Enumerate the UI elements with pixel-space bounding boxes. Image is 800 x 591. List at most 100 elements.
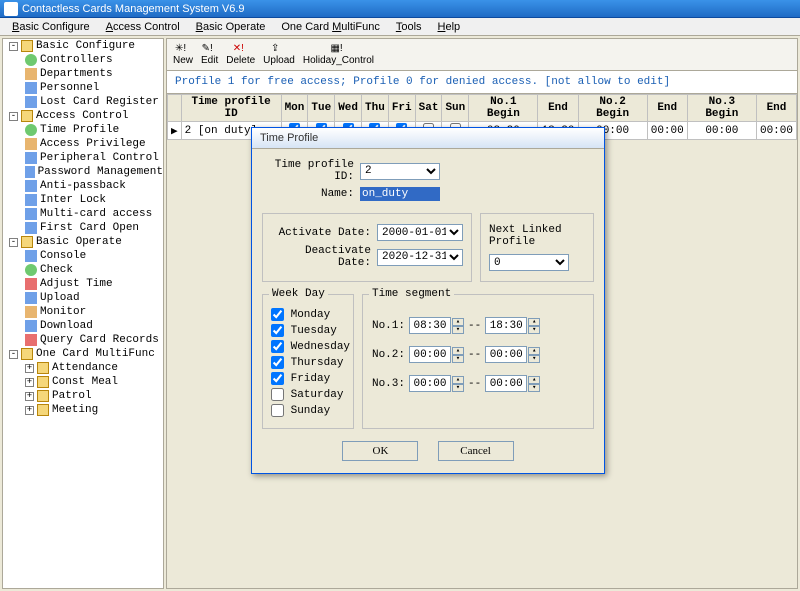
tree-node[interactable]: Console bbox=[3, 249, 163, 263]
column-header[interactable]: End bbox=[756, 95, 796, 122]
spin-down-icon[interactable]: ▾ bbox=[528, 355, 540, 363]
tree-node[interactable]: Inter Lock bbox=[3, 193, 163, 207]
menu-basic-configure[interactable]: Basic Configure bbox=[4, 19, 98, 35]
tree-node[interactable]: Departments bbox=[3, 67, 163, 81]
time-input[interactable] bbox=[409, 375, 451, 392]
time-input[interactable] bbox=[485, 317, 527, 334]
tree-node[interactable]: Query Card Records bbox=[3, 333, 163, 347]
time-input[interactable] bbox=[485, 375, 527, 392]
menu-access-control[interactable]: Access Control bbox=[98, 19, 188, 35]
tree-node[interactable]: Adjust Time bbox=[3, 277, 163, 291]
column-header[interactable]: No.3 Begin bbox=[687, 95, 756, 122]
tree-node[interactable]: Peripheral Control bbox=[3, 151, 163, 165]
tree-node[interactable]: Monitor bbox=[3, 305, 163, 319]
tree-node[interactable]: +Meeting bbox=[3, 403, 163, 417]
weekday-checkbox[interactable] bbox=[271, 404, 284, 417]
activate-date-select[interactable]: 2000-01-01 bbox=[377, 224, 463, 241]
collapse-icon[interactable]: - bbox=[9, 42, 18, 51]
toolbar-upload[interactable]: ⇪Upload bbox=[263, 43, 295, 66]
weekday-checkbox[interactable] bbox=[271, 324, 284, 337]
column-header[interactable]: Sat bbox=[415, 95, 442, 122]
weekday-checkbox[interactable] bbox=[271, 340, 284, 353]
column-header[interactable]: No.1 Begin bbox=[469, 95, 538, 122]
grid-cell[interactable]: 00:00 bbox=[647, 122, 687, 140]
time-input[interactable] bbox=[485, 346, 527, 363]
toolbar-delete[interactable]: ✕!Delete bbox=[226, 43, 255, 66]
spin-down-icon[interactable]: ▾ bbox=[452, 355, 464, 363]
column-header[interactable]: Wed bbox=[335, 95, 362, 122]
column-header[interactable]: Time profile ID bbox=[181, 95, 281, 122]
grid-cell[interactable]: 00:00 bbox=[756, 122, 796, 140]
profile-id-select[interactable]: 2 bbox=[360, 163, 440, 180]
column-header[interactable]: Tue bbox=[308, 95, 335, 122]
column-header[interactable] bbox=[168, 95, 182, 122]
time-input[interactable] bbox=[409, 317, 451, 334]
menu-tools[interactable]: Tools bbox=[388, 19, 430, 35]
tree-node[interactable]: Password Management bbox=[3, 165, 163, 179]
tree-node[interactable]: Upload bbox=[3, 291, 163, 305]
spin-up-icon[interactable]: ▴ bbox=[452, 347, 464, 355]
menu-one-card-multifunc[interactable]: One Card MultiFunc bbox=[273, 19, 387, 35]
spin-down-icon[interactable]: ▾ bbox=[528, 384, 540, 392]
toolbar-holiday-control[interactable]: ▦!Holiday_Control bbox=[303, 43, 374, 66]
tree-node[interactable]: First Card Open bbox=[3, 221, 163, 235]
expand-icon[interactable]: + bbox=[25, 378, 34, 387]
weekday-checkbox[interactable] bbox=[271, 388, 284, 401]
spin-up-icon[interactable]: ▴ bbox=[528, 376, 540, 384]
toolbar-edit[interactable]: ✎!Edit bbox=[201, 43, 218, 66]
toolbar-new[interactable]: ✳!New bbox=[173, 43, 193, 66]
tree-node[interactable]: +Patrol bbox=[3, 389, 163, 403]
column-header[interactable]: Thu bbox=[362, 95, 389, 122]
column-header[interactable]: End bbox=[538, 95, 578, 122]
tree-node[interactable]: Anti-passback bbox=[3, 179, 163, 193]
tree-node[interactable]: Download bbox=[3, 319, 163, 333]
tree-node[interactable]: -Basic Operate bbox=[3, 235, 163, 249]
tree-node[interactable]: +Attendance bbox=[3, 361, 163, 375]
tree-node[interactable]: +Const Meal bbox=[3, 375, 163, 389]
column-header[interactable]: Sun bbox=[442, 95, 469, 122]
deactivate-date-select[interactable]: 2020-12-31 bbox=[377, 249, 463, 266]
collapse-icon[interactable]: - bbox=[9, 112, 18, 121]
column-header[interactable]: End bbox=[647, 95, 687, 122]
collapse-icon[interactable]: - bbox=[9, 350, 18, 359]
expand-icon[interactable]: + bbox=[25, 364, 34, 373]
spin-down-icon[interactable]: ▾ bbox=[452, 326, 464, 334]
weekday-checkbox[interactable] bbox=[271, 372, 284, 385]
tree-node[interactable]: Lost Card Register bbox=[3, 95, 163, 109]
menu-basic-operate[interactable]: Basic Operate bbox=[188, 19, 274, 35]
expand-icon[interactable]: + bbox=[25, 406, 34, 415]
time-input[interactable] bbox=[409, 346, 451, 363]
navigation-tree[interactable]: -Basic ConfigureControllersDepartmentsPe… bbox=[2, 38, 164, 589]
tree-node[interactable]: Access Privilege bbox=[3, 137, 163, 151]
spin-up-icon[interactable]: ▴ bbox=[528, 318, 540, 326]
spin-up-icon[interactable]: ▴ bbox=[528, 347, 540, 355]
tree-node[interactable]: Multi-card access bbox=[3, 207, 163, 221]
spin-up-icon[interactable]: ▴ bbox=[452, 376, 464, 384]
grid-cell[interactable]: 00:00 bbox=[687, 122, 756, 140]
tree-node[interactable]: Check bbox=[3, 263, 163, 277]
spin-up-icon[interactable]: ▴ bbox=[452, 318, 464, 326]
grid-cell[interactable]: ▶ bbox=[168, 122, 182, 140]
tree-node[interactable]: Time Profile bbox=[3, 123, 163, 137]
column-header[interactable]: Mon bbox=[281, 95, 308, 122]
spin-down-icon[interactable]: ▾ bbox=[452, 384, 464, 392]
cancel-button[interactable]: Cancel bbox=[438, 441, 514, 461]
name-input[interactable]: on_duty bbox=[360, 187, 440, 201]
spin-down-icon[interactable]: ▾ bbox=[528, 326, 540, 334]
tree-node[interactable]: -One Card MultiFunc bbox=[3, 347, 163, 361]
linked-profile-select[interactable]: 0 bbox=[489, 254, 569, 271]
column-header[interactable]: Fri bbox=[388, 95, 415, 122]
expand-icon[interactable]: + bbox=[25, 392, 34, 401]
collapse-icon[interactable]: - bbox=[9, 238, 18, 247]
menu-help[interactable]: Help bbox=[430, 19, 469, 35]
tree-node[interactable]: Personnel bbox=[3, 81, 163, 95]
weekday-label: Wednesday bbox=[291, 341, 350, 353]
tree-node[interactable]: -Basic Configure bbox=[3, 39, 163, 53]
tree-node[interactable]: -Access Control bbox=[3, 109, 163, 123]
green-icon bbox=[25, 124, 37, 136]
weekday-checkbox[interactable] bbox=[271, 308, 284, 321]
tree-node[interactable]: Controllers bbox=[3, 53, 163, 67]
weekday-checkbox[interactable] bbox=[271, 356, 284, 369]
ok-button[interactable]: OK bbox=[342, 441, 418, 461]
column-header[interactable]: No.2 Begin bbox=[578, 95, 647, 122]
